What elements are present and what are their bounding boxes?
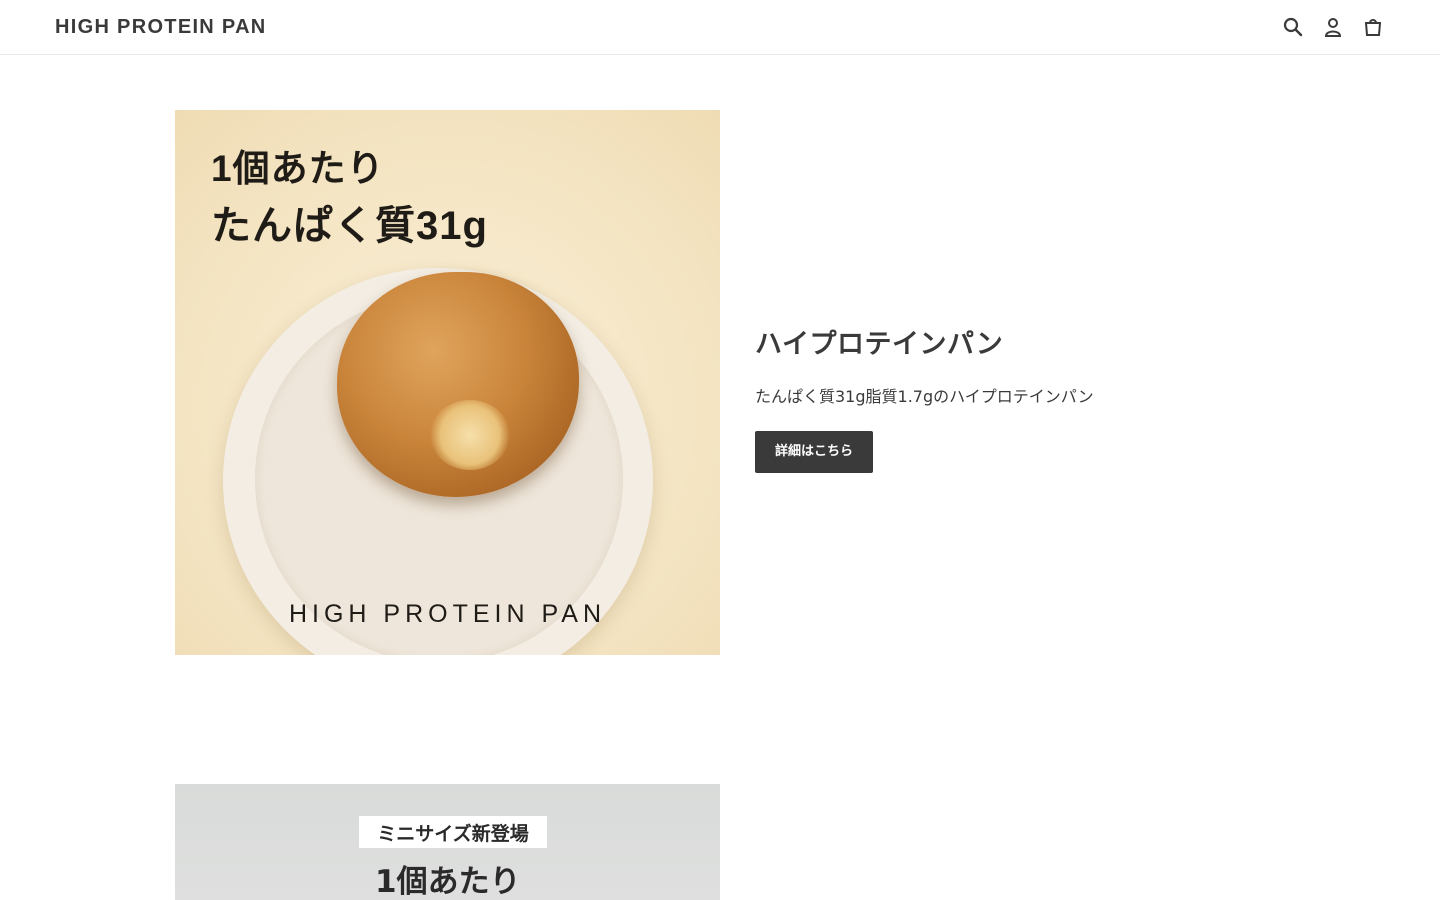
feature-image-2: ミニサイズ新登場 1個あたり	[175, 784, 720, 900]
bun-highlight	[430, 400, 510, 470]
feature-image-1: 1個あたり たんぱく質31g HIGH PROTEIN PAN	[175, 110, 720, 655]
header-icons	[1282, 15, 1384, 39]
image-overlay-text-1: 1個あたり	[211, 148, 385, 189]
image-overlay-brand: HIGH PROTEIN PAN	[288, 600, 607, 628]
feature-description: たんぱく質31g脂質1.7gのハイプロテインパン	[755, 387, 1094, 406]
mini-size-badge: ミニサイズ新登場	[359, 816, 547, 848]
site-logo[interactable]: HIGH PROTEIN PAN	[55, 16, 267, 39]
search-icon[interactable]	[1282, 15, 1304, 39]
cart-icon[interactable]	[1362, 15, 1384, 39]
site-header: HIGH PROTEIN PAN	[0, 0, 1440, 55]
image-overlay-text-2: たんぱく質31g	[211, 204, 488, 248]
image-overlay-text-mini: 1個あたり	[375, 864, 521, 900]
feature-title: ハイプロテインパン	[755, 329, 1004, 359]
feature-text-block: ハイプロテインパン たんぱく質31g脂質1.7gのハイプロテインパン 詳細はこち…	[755, 322, 1355, 473]
account-icon[interactable]	[1322, 15, 1344, 39]
details-button[interactable]: 詳細はこちら	[755, 431, 874, 473]
